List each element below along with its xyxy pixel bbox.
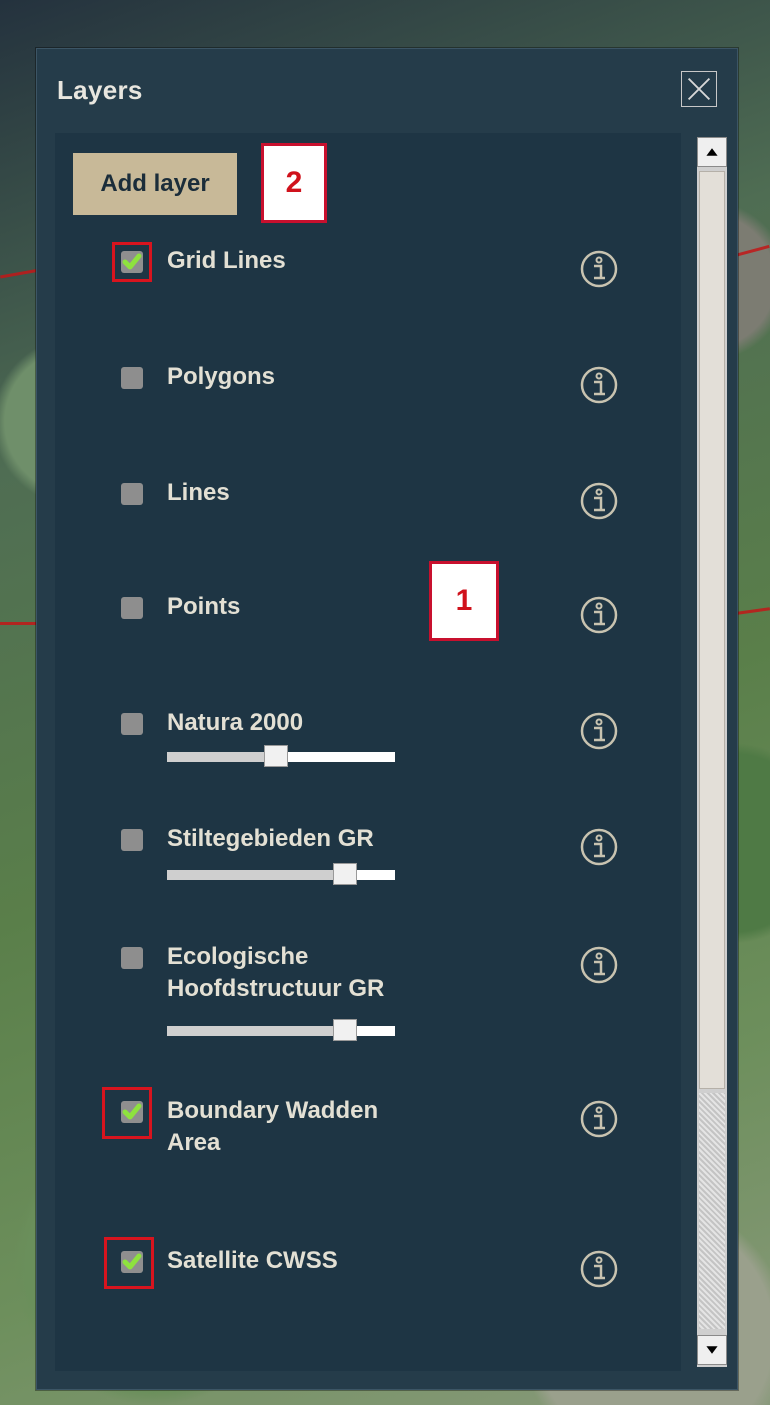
info-button[interactable] — [579, 595, 619, 635]
layer-checkbox[interactable] — [121, 829, 143, 851]
layer-name: Stiltegebieden GR — [167, 825, 374, 852]
layer-name: Grid Lines — [167, 247, 286, 274]
info-icon — [580, 1250, 618, 1288]
layer-row: Ecologische Hoofdstructuur GR — [55, 929, 681, 1059]
layers-panel: Layers Add layer 2 Grid Lines Polygons L… — [36, 48, 738, 1390]
panel-title: Layers — [57, 75, 143, 105]
map-boundary-line — [0, 622, 40, 625]
layer-row: Natura 2000 — [55, 695, 681, 785]
slider-fill — [167, 1026, 333, 1036]
arrow-down-icon — [706, 1346, 718, 1354]
slider-thumb[interactable] — [333, 863, 357, 885]
info-button[interactable] — [579, 1249, 619, 1289]
close-icon — [687, 77, 711, 101]
info-icon — [580, 828, 618, 866]
slider-thumb[interactable] — [333, 1019, 357, 1041]
add-layer-button[interactable]: Add layer — [73, 153, 237, 215]
scrollbar[interactable] — [697, 137, 727, 1367]
layer-checkbox[interactable] — [121, 367, 143, 389]
scrollbar-track[interactable] — [699, 1093, 725, 1329]
info-button[interactable] — [579, 365, 619, 405]
map-boundary-line — [0, 268, 40, 279]
layer-row: Polygons — [55, 349, 681, 419]
layer-row: Satellite CWSS — [55, 1233, 681, 1313]
info-button[interactable] — [579, 1099, 619, 1139]
layer-row: Points — [55, 579, 681, 649]
layer-list: Add layer 2 Grid Lines Polygons Lines 1 … — [55, 133, 681, 1371]
opacity-slider[interactable] — [167, 1019, 395, 1041]
layer-checkbox[interactable] — [121, 483, 143, 505]
layer-name: Boundary Wadden Area — [167, 1097, 379, 1156]
info-button[interactable] — [579, 945, 619, 985]
info-button[interactable] — [579, 827, 619, 867]
slider-fill — [167, 752, 264, 762]
info-button[interactable] — [579, 481, 619, 521]
info-icon — [580, 1100, 618, 1138]
opacity-slider[interactable] — [167, 863, 395, 885]
highlight-box — [102, 1087, 152, 1139]
highlight-box — [112, 242, 152, 282]
layer-checkbox[interactable] — [121, 947, 143, 969]
info-icon — [580, 946, 618, 984]
layer-name: Natura 2000 — [167, 709, 304, 736]
layer-name: Ecologische Hoofdstructuur GR — [167, 943, 385, 1002]
layer-name: Points — [167, 593, 241, 620]
scrollbar-thumb[interactable] — [699, 171, 725, 1089]
layer-name: Satellite CWSS — [167, 1247, 338, 1274]
close-button[interactable] — [681, 71, 717, 107]
layer-checkbox[interactable] — [121, 597, 143, 619]
opacity-slider[interactable] — [167, 745, 395, 767]
info-icon — [580, 596, 618, 634]
layer-row: Grid Lines — [55, 233, 681, 303]
layer-row: Boundary Wadden Area — [55, 1083, 681, 1183]
scroll-up-button[interactable] — [697, 137, 727, 167]
layer-checkbox[interactable] — [121, 713, 143, 735]
slider-fill — [167, 870, 333, 880]
info-button[interactable] — [579, 711, 619, 751]
info-button[interactable] — [579, 249, 619, 289]
info-icon — [580, 482, 618, 520]
layer-row: Stiltegebieden GR — [55, 811, 681, 901]
layer-name: Lines — [167, 479, 230, 506]
info-icon — [580, 366, 618, 404]
scroll-down-button[interactable] — [697, 1335, 727, 1365]
highlight-box — [104, 1237, 154, 1289]
slider-thumb[interactable] — [264, 745, 288, 767]
layer-row: Lines — [55, 465, 681, 535]
info-icon — [580, 250, 618, 288]
annotation-callout-2: 2 — [261, 143, 327, 223]
layer-name: Polygons — [167, 363, 276, 390]
info-icon — [580, 712, 618, 750]
arrow-up-icon — [706, 148, 718, 156]
